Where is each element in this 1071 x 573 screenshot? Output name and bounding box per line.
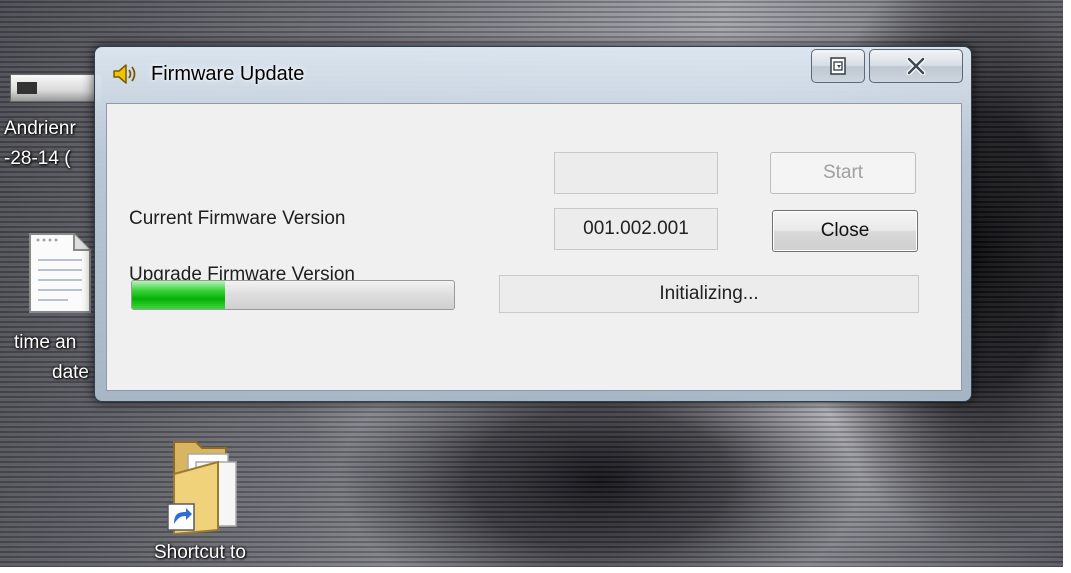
desktop-icon-label: Andrienr [4,118,76,139]
dialog-client-area: Current Firmware Version Start Upgrade F… [106,103,962,391]
progress-bar [131,280,455,310]
current-firmware-label: Current Firmware Version [129,208,346,229]
upgrade-firmware-field: 001.002.001 [554,208,718,250]
status-field: Initializing... [499,275,919,313]
current-firmware-field [554,152,718,194]
window-title: Firmware Update [151,63,305,85]
desktop-icon-label: -28-14 ( [4,148,71,169]
desktop-icon-label: date [52,362,89,383]
close-icon [906,57,926,75]
close-button[interactable]: Close [772,210,918,252]
restore-icon [830,57,846,75]
folder-shortcut-icon[interactable] [166,434,246,534]
start-button[interactable]: Start [770,152,916,194]
device-shortcut-icon[interactable] [10,74,102,102]
text-document-icon[interactable] [28,232,92,314]
desktop-icon-label: time an [14,332,77,353]
screen-border [0,567,1071,573]
screen-border [1063,0,1071,573]
progress-bar-fill [132,281,226,309]
speaker-icon [113,64,136,84]
caption-restore-button[interactable] [811,49,865,83]
caption-close-button[interactable] [869,49,963,83]
firmware-update-window: Firmware Update Current Firmware Version… [94,46,972,402]
desktop-icon-label: Shortcut to [154,542,246,563]
